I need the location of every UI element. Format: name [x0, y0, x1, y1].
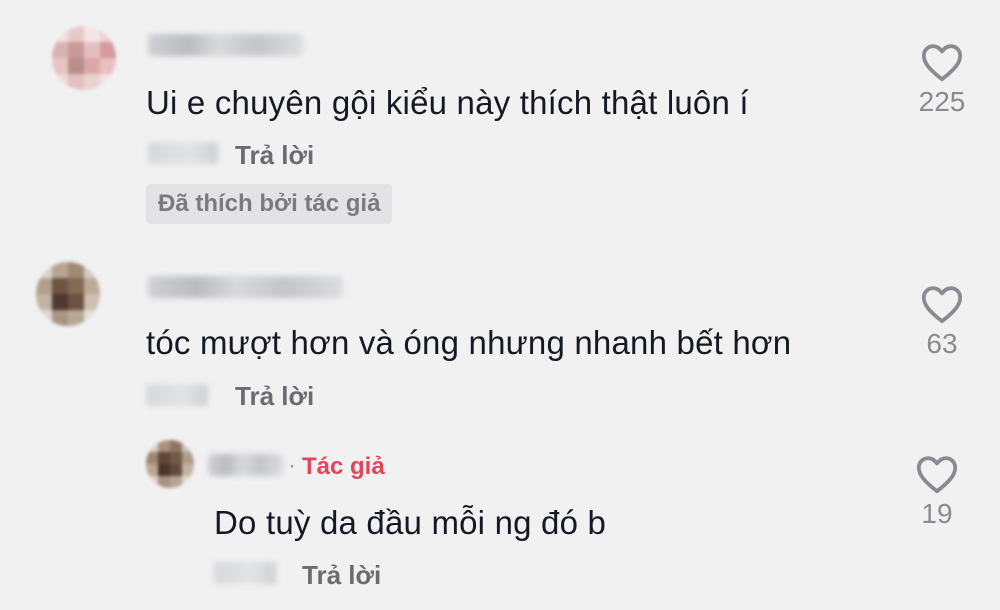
reply-text: Do tuỳ da đầu mỗi ng đó b	[214, 504, 607, 541]
comment-text: tóc mượt hơn và óng nhưng nhanh bết hơn	[146, 324, 792, 361]
heart-outline-icon[interactable]	[920, 284, 964, 324]
heart-outline-icon[interactable]	[920, 42, 964, 82]
liked-by-author-badge: Đã thích bởi tác giả	[146, 184, 393, 224]
avatar[interactable]	[146, 440, 194, 488]
like-count: 225	[918, 86, 966, 117]
author-badge: Tác giả	[302, 453, 385, 480]
username-blurred[interactable]	[148, 276, 343, 298]
reply-button[interactable]: Trả lời	[235, 381, 314, 412]
like-button[interactable]: 63	[907, 284, 977, 360]
like-count: 19	[921, 498, 953, 529]
username-blurred[interactable]	[208, 454, 283, 476]
reply-button[interactable]: Trả lời	[235, 140, 314, 171]
comment-text: Ui e chuyên gội kiểu này thích thật luôn…	[146, 84, 749, 121]
reply-button[interactable]: Trả lời	[302, 560, 381, 591]
avatar[interactable]	[52, 26, 116, 90]
like-count: 63	[926, 328, 958, 359]
timestamp-blurred	[148, 142, 218, 164]
comment-thread: Ui e chuyên gội kiểu này thích thật luôn…	[0, 0, 1000, 610]
separator-dot: ·	[288, 452, 296, 479]
like-button[interactable]: 19	[902, 454, 972, 530]
like-button[interactable]: 225	[907, 42, 977, 118]
username-blurred[interactable]	[148, 34, 303, 56]
timestamp-blurred	[214, 562, 276, 584]
timestamp-blurred	[146, 384, 208, 406]
heart-outline-icon[interactable]	[915, 454, 959, 494]
avatar[interactable]	[36, 262, 100, 326]
